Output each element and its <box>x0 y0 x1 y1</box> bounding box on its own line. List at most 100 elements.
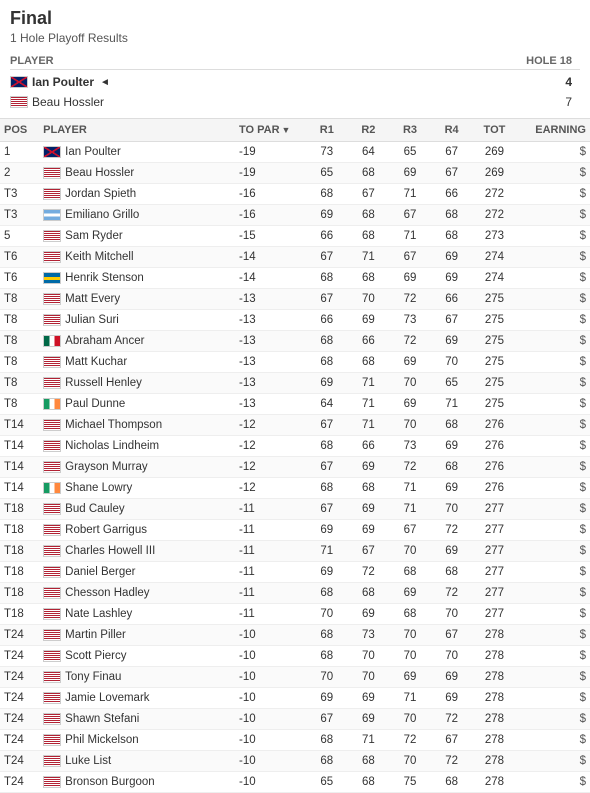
cell-r1: 67 <box>306 415 348 436</box>
cell-r2: 71 <box>348 415 390 436</box>
cell-r1: 71 <box>306 541 348 562</box>
player-name: Sam Ryder <box>65 230 123 242</box>
cell-pos: T24 <box>0 772 39 793</box>
cell-r1: 69 <box>306 373 348 394</box>
cell-topar: -13 <box>235 289 306 310</box>
cell-pos: T14 <box>0 457 39 478</box>
cell-r4: 69 <box>431 436 473 457</box>
flag-usa <box>43 293 61 305</box>
cell-player: Jordan Spieth <box>39 184 235 205</box>
cell-r3: 72 <box>389 331 431 352</box>
cell-r4: 68 <box>431 415 473 436</box>
cell-r1: 68 <box>306 583 348 604</box>
playoff-header: PLAYER HOLE 18 <box>10 53 580 70</box>
cell-r4: 67 <box>431 730 473 751</box>
cell-pos: T24 <box>0 730 39 751</box>
cell-topar: -16 <box>235 184 306 205</box>
cell-r4: 72 <box>431 520 473 541</box>
cell-topar: -10 <box>235 772 306 793</box>
cell-r2: 70 <box>348 646 390 667</box>
table-row: 2 Beau Hossler -19 65 68 69 67 269 $ <box>0 163 590 184</box>
player-name: Jordan Spieth <box>65 188 136 200</box>
cell-r3: 71 <box>389 226 431 247</box>
cell-player: Tony Finau <box>39 667 235 688</box>
cell-topar: -15 <box>235 226 306 247</box>
cell-earn: $ <box>516 436 590 457</box>
player-name: Nicholas Lindheim <box>65 440 159 452</box>
flag-usa <box>43 650 61 662</box>
cell-r2: 67 <box>348 541 390 562</box>
flag-usa <box>43 377 61 389</box>
cell-r4: 70 <box>431 352 473 373</box>
cell-r1: 68 <box>306 751 348 772</box>
cell-tot: 278 <box>472 625 516 646</box>
cell-pos: T18 <box>0 520 39 541</box>
player-name: Daniel Berger <box>65 566 135 578</box>
playoff-name-1: Ian Poulter <box>32 75 94 89</box>
player-name: Shane Lowry <box>65 482 132 494</box>
cell-tot: 278 <box>472 709 516 730</box>
cell-topar: -10 <box>235 709 306 730</box>
cell-r3: 71 <box>389 499 431 520</box>
cell-tot: 269 <box>472 142 516 163</box>
cell-r1: 70 <box>306 667 348 688</box>
winner-arrow: ◄ <box>100 77 110 88</box>
cell-r3: 69 <box>389 583 431 604</box>
cell-player: Bronson Burgoon <box>39 772 235 793</box>
cell-pos: T3 <box>0 205 39 226</box>
cell-earn: $ <box>516 541 590 562</box>
cell-r2: 68 <box>348 163 390 184</box>
cell-r4: 68 <box>431 457 473 478</box>
col-header-r3: R3 <box>389 119 431 142</box>
cell-pos: T8 <box>0 289 39 310</box>
player-name: Keith Mitchell <box>65 251 133 263</box>
flag-usa <box>43 167 61 179</box>
cell-topar: -13 <box>235 373 306 394</box>
flag-usa <box>43 587 61 599</box>
table-row: T3 Jordan Spieth -16 68 67 71 66 272 $ <box>0 184 590 205</box>
cell-r1: 68 <box>306 352 348 373</box>
playoff-player-2: Beau Hossler <box>10 95 500 109</box>
cell-earn: $ <box>516 457 590 478</box>
playoff-section: PLAYER HOLE 18 Ian Poulter ◄ 4 Beau Hoss… <box>0 49 590 118</box>
table-row: T18 Nate Lashley -11 70 69 68 70 277 $ <box>0 604 590 625</box>
cell-r2: 68 <box>348 772 390 793</box>
cell-topar: -19 <box>235 163 306 184</box>
cell-pos: T14 <box>0 436 39 457</box>
cell-player: Matt Every <box>39 289 235 310</box>
flag-usa <box>43 671 61 683</box>
cell-r1: 67 <box>306 247 348 268</box>
cell-tot: 275 <box>472 394 516 415</box>
cell-r2: 68 <box>348 205 390 226</box>
cell-tot: 278 <box>472 646 516 667</box>
flag-usa <box>43 713 61 725</box>
cell-player: Shane Lowry <box>39 478 235 499</box>
flag-usa <box>43 545 61 557</box>
cell-r3: 65 <box>389 142 431 163</box>
cell-tot: 276 <box>472 478 516 499</box>
flag-usa <box>43 230 61 242</box>
cell-r1: 68 <box>306 184 348 205</box>
cell-topar: -19 <box>235 142 306 163</box>
flag-usa <box>43 356 61 368</box>
cell-player: Henrik Stenson <box>39 268 235 289</box>
cell-topar: -11 <box>235 562 306 583</box>
cell-r3: 75 <box>389 772 431 793</box>
cell-tot: 278 <box>472 772 516 793</box>
playoff-name-2: Beau Hossler <box>32 95 104 109</box>
flag-usa <box>43 314 61 326</box>
cell-r2: 66 <box>348 331 390 352</box>
cell-earn: $ <box>516 226 590 247</box>
cell-earn: $ <box>516 772 590 793</box>
player-name: Bronson Burgoon <box>65 776 155 788</box>
cell-pos: T8 <box>0 394 39 415</box>
cell-r2: 68 <box>348 478 390 499</box>
cell-tot: 275 <box>472 310 516 331</box>
cell-r3: 68 <box>389 604 431 625</box>
cell-earn: $ <box>516 604 590 625</box>
table-row: T24 Shawn Stefani -10 67 69 70 72 278 $ <box>0 709 590 730</box>
player-name: Tony Finau <box>65 671 121 683</box>
cell-tot: 278 <box>472 688 516 709</box>
results-table: POS PLAYER TO PAR▼ R1 R2 R3 R4 TOT EARNI… <box>0 118 590 793</box>
player-name: Jamie Lovemark <box>65 692 149 704</box>
